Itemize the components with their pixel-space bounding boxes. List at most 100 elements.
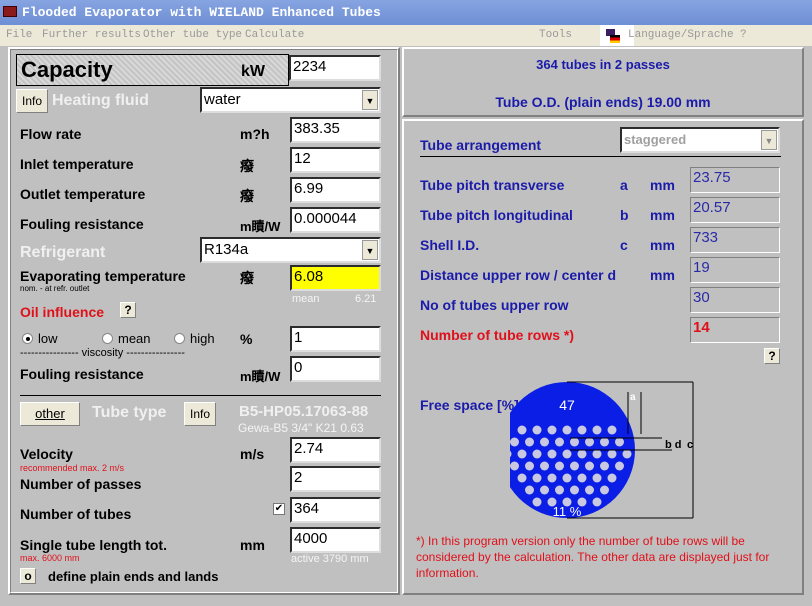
footnote: *) In this program version only the numb… [416,534,770,580]
tube-dot [532,425,542,435]
length-note: max. 6000 mm [20,553,80,563]
chevron-down-icon[interactable]: ▼ [362,90,378,110]
tube-dot [517,449,527,459]
tube-dot [585,437,594,447]
geometry-row-label: Shell I.D. [420,237,480,253]
menu-further-results[interactable]: Further results [42,29,141,41]
capacity-unit: kW [241,63,265,80]
passes-input[interactable]: 2 [290,466,381,492]
tube-type-label: Tube type [92,404,167,421]
tube-dot [600,485,609,495]
oil-percent-input[interactable]: 1 [290,326,381,352]
fouling-resistance2-unit: m瞔/W [240,369,281,384]
tube-dot [592,425,602,435]
tube-rows-input[interactable]: 14 [690,317,780,343]
tube-dot [532,473,542,483]
geometry-row-unit: mm [650,237,675,253]
geometry-row-input[interactable]: 20.57 [690,197,780,223]
evap-temp-input[interactable]: 6.08 [290,265,381,291]
other-tube-button[interactable]: other [20,402,80,426]
divider [20,395,381,396]
geometry-row-input[interactable]: 23.75 [690,167,780,193]
tube-dot [547,425,557,435]
plain-ends-label: define plain ends and lands [48,569,219,584]
tube-dot [525,437,534,447]
tube-dot [562,449,572,459]
tube-dot [547,449,557,459]
tube-dot [555,437,564,447]
flow-rate-input[interactable]: 383.35 [290,117,381,143]
length-input[interactable]: 4000 [290,527,381,553]
tube-dot [615,461,624,471]
tube-dot [517,473,527,483]
menu-language-label: Language/Sprache [628,29,734,41]
oil-radio-high[interactable] [174,333,185,344]
fouling-resistance2-input[interactable]: 0 [290,356,381,382]
tube-dot [592,473,602,483]
heating-fluid-label: Heating fluid [52,92,149,109]
summary-tube-od: Tube O.D. (plain ends) 19.00 mm [495,94,711,110]
inlet-temp-unit: 癈 [240,158,254,174]
capacity-label: Capacity [21,57,113,82]
evap-temp-unit: 癈 [240,270,254,286]
geometry-row-input[interactable]: 30 [690,287,780,313]
tube-type-desc: Gewa-B5 3/4" K21 0.63 [238,421,364,435]
tube-dot [570,437,579,447]
title-bar: Flooded Evaporator with WIELAND Enhanced… [0,0,812,25]
inlet-temp-input[interactable]: 12 [290,147,381,173]
menu-tools[interactable]: Tools [539,29,572,41]
divider [420,156,781,157]
menu-language[interactable]: Language/Sprache [600,25,734,46]
tube-info-button[interactable]: Info [184,402,216,426]
menu-bar: File Further results Other tube type Cal… [0,25,812,46]
geometry-row-unit: mm [650,267,675,283]
tube-dot [547,473,557,483]
fouling-resistance-unit: m瞔/W [240,219,281,234]
oil-radio-low[interactable] [22,333,33,344]
oil-radio-mean[interactable] [102,333,113,344]
tube-dot [577,473,587,483]
tube-layout-diagram: 47 11 % a b d c [510,381,694,519]
fouling-resistance-input[interactable]: 0.000044 [290,207,381,233]
heating-fluid-info-button[interactable]: Info [16,89,48,113]
capacity-input[interactable]: 2234 [289,55,381,81]
geometry-row-label: Tube pitch longitudinal [420,207,573,223]
chevron-down-icon[interactable]: ▼ [761,130,777,150]
viscosity-label: ---------------- viscosity -------------… [20,347,185,359]
plain-ends-button[interactable]: o [20,568,36,584]
outlet-temp-input[interactable]: 6.99 [290,177,381,203]
tube-dot [540,485,549,495]
velocity-input[interactable]: 2.74 [290,437,381,463]
heating-fluid-select[interactable]: water ▼ [200,87,381,113]
menu-calculate[interactable]: Calculate [245,29,304,41]
tube-dot [540,461,549,471]
velocity-unit: m/s [240,446,265,462]
dim-label-c: c [687,439,693,451]
refrigerant-select[interactable]: R134a ▼ [200,237,381,263]
menu-other-tube-type[interactable]: Other tube type [143,29,242,41]
tube-dot [615,437,624,447]
tube-dot [607,473,617,483]
tubes-input[interactable]: 364 [290,497,381,523]
menu-help[interactable]: ? [740,29,747,41]
summary-tubes-passes: 364 tubes in 2 passes [536,57,670,72]
menu-file[interactable]: File [6,29,32,41]
tube-rows-help-button[interactable]: ? [764,348,780,364]
oil-help-button[interactable]: ? [120,302,136,318]
tube-dot [570,461,579,471]
tube-arrangement-select[interactable]: staggered ▼ [620,127,780,153]
tube-dot [585,461,594,471]
tube-dot [532,497,542,507]
window-title: Flooded Evaporator with WIELAND Enhanced… [22,5,381,20]
chevron-down-icon[interactable]: ▼ [362,240,378,260]
outlet-temp-unit: 癈 [240,188,254,204]
tube-dot [592,497,602,507]
geometry-row-unit: mm [650,177,675,193]
tube-arrangement-label: Tube arrangement [420,137,542,153]
tube-dot [577,425,587,435]
tubes-checkbox[interactable]: ✔ [273,503,285,515]
geometry-row-input[interactable]: 19 [690,257,780,283]
tube-type-name: B5-HP05.17063-88 [239,403,369,420]
velocity-note: recommended max. 2 m/s [20,463,125,473]
geometry-row-input[interactable]: 733 [690,227,780,253]
